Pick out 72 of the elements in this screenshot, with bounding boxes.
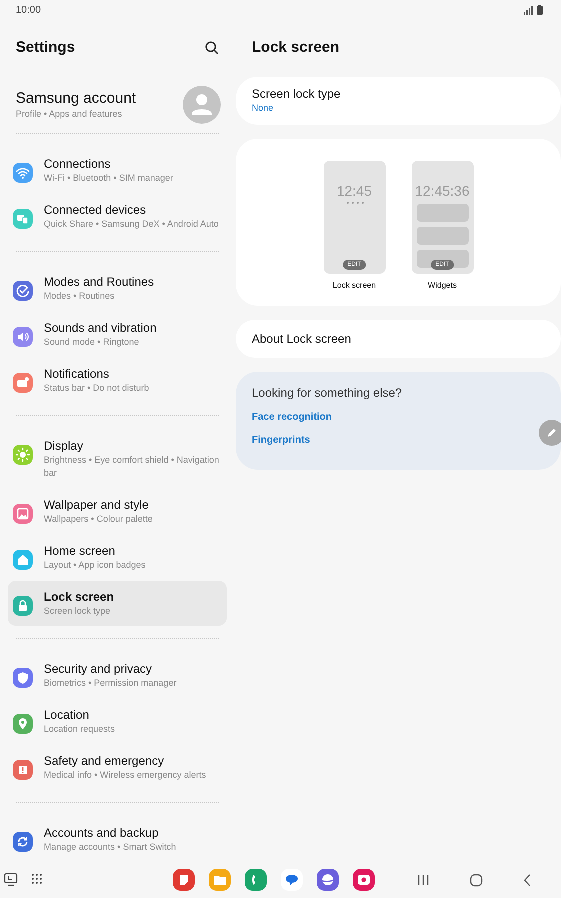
settings-item[interactable]: Connections Wi-Fi • Bluetooth • SIM manager	[8, 148, 227, 193]
item-subtitle: Modes • Routines	[44, 290, 115, 303]
item-title: Wallpaper and style	[44, 497, 149, 513]
about-row[interactable]: About Lock screen	[236, 320, 561, 358]
preview-label: Widgets	[428, 280, 457, 292]
suggestion-link[interactable]: Fingerprints	[252, 433, 310, 448]
item-subtitle: Sound mode • Ringtone	[44, 336, 140, 349]
item-subtitle: Wi-Fi • Bluetooth • SIM manager	[44, 172, 174, 185]
item-subtitle: Quick Share • Samsung DeX • Android Auto	[44, 218, 219, 231]
password-dots-icon	[346, 201, 364, 205]
suggestion-title: Looking for something else?	[252, 385, 404, 402]
preview-clock: 12:45	[336, 183, 372, 199]
item-subtitle: Manage accounts • Smart Switch	[44, 841, 176, 854]
settings-item[interactable]: Safety and emergency Medical info • Wireless emergency alerts	[8, 745, 227, 790]
item-title: Home screen	[44, 543, 116, 559]
item-title: Location	[44, 707, 90, 723]
item-subtitle: Wallpapers • Colour palette	[44, 513, 153, 526]
settings-item[interactable]: Sounds and vibration Sound mode • Ringtone	[8, 312, 227, 357]
item-title: Display	[44, 438, 84, 454]
item-subtitle: Status bar • Do not disturb	[44, 382, 150, 395]
chat-app-icon[interactable]	[281, 869, 303, 891]
screen-lock-type-row[interactable]: Screen lock type None	[236, 77, 561, 125]
account-name[interactable]: Samsung account	[16, 90, 136, 108]
apps-grid-icon[interactable]	[31, 873, 45, 887]
widget-placeholder	[416, 204, 468, 222]
item-subtitle: Brightness • Eye comfort shield • Navigation bar	[44, 454, 220, 480]
notes-app-icon[interactable]	[173, 869, 195, 891]
settings-item[interactable]: Notifications Status bar • Do not disturb	[8, 358, 227, 403]
item-title: Lock screen	[44, 589, 114, 605]
preview-label: Lock screen	[332, 280, 376, 292]
settings-item[interactable]: Wallpaper and style Wallpapers • Colour palette	[8, 489, 227, 534]
widget-placeholder	[416, 227, 468, 245]
signal-icon	[524, 6, 533, 14]
item-subtitle: Medical info • Wireless emergency alerts	[44, 769, 206, 782]
item-title: Connected devices	[44, 202, 146, 218]
phone-app-icon[interactable]	[245, 869, 267, 891]
settings-item[interactable]: Home screen Layout • App icon badges	[8, 535, 227, 580]
item-title: Safety and emergency	[44, 753, 164, 769]
item-title: Security and privacy	[44, 661, 152, 677]
settings-item[interactable]: Location Location requests	[8, 699, 227, 744]
settings-item[interactable]: Lock screen Screen lock type	[8, 581, 227, 626]
item-subtitle: Screen lock type	[44, 605, 111, 618]
browser-app-icon[interactable]	[317, 869, 339, 891]
setting-value: None	[252, 102, 275, 114]
settings-item[interactable]: Security and privacy Biometrics • Permission manager	[8, 653, 227, 698]
suggestion-link[interactable]: Face recognition	[252, 410, 332, 425]
account-subtitle: Profile • Apps and features	[16, 108, 122, 120]
home-icon[interactable]	[470, 874, 483, 886]
pane-title: Lock screen	[252, 38, 340, 58]
recent-apps-icon[interactable]	[417, 874, 430, 886]
item-title: Connections	[44, 156, 111, 172]
item-subtitle: Layout • App icon badges	[44, 559, 146, 572]
search-icon[interactable]	[205, 41, 219, 55]
clock-time: 10:00	[16, 4, 42, 18]
camera-app-icon[interactable]	[353, 869, 375, 891]
settings-item[interactable]: Connected devices Quick Share • Samsung DeX • Android Auto	[8, 194, 227, 239]
settings-item[interactable]: Accounts and backup Manage accounts • Smart Switch	[8, 817, 227, 862]
taskbar-icon[interactable]	[4, 873, 18, 887]
item-subtitle: Location requests	[44, 723, 116, 736]
settings-item[interactable]: Modes and Routines Modes • Routines	[8, 266, 227, 311]
item-title: Notifications	[44, 366, 110, 382]
item-title: Accounts and backup	[44, 825, 159, 841]
settings-item[interactable]: Display Brightness • Eye comfort shield • Navigation bar	[8, 430, 227, 488]
preview-clock: 12:45:36	[415, 183, 470, 199]
item-title: Sounds and vibration	[44, 320, 157, 336]
item-title: Modes and Routines	[44, 274, 154, 290]
setting-label: Screen lock type	[252, 86, 342, 102]
battery-icon	[537, 5, 543, 15]
back-icon[interactable]	[523, 874, 532, 886]
pencil-icon	[546, 427, 558, 439]
item-subtitle: Biometrics • Permission manager	[44, 677, 177, 690]
pane-title: Settings	[16, 38, 76, 58]
